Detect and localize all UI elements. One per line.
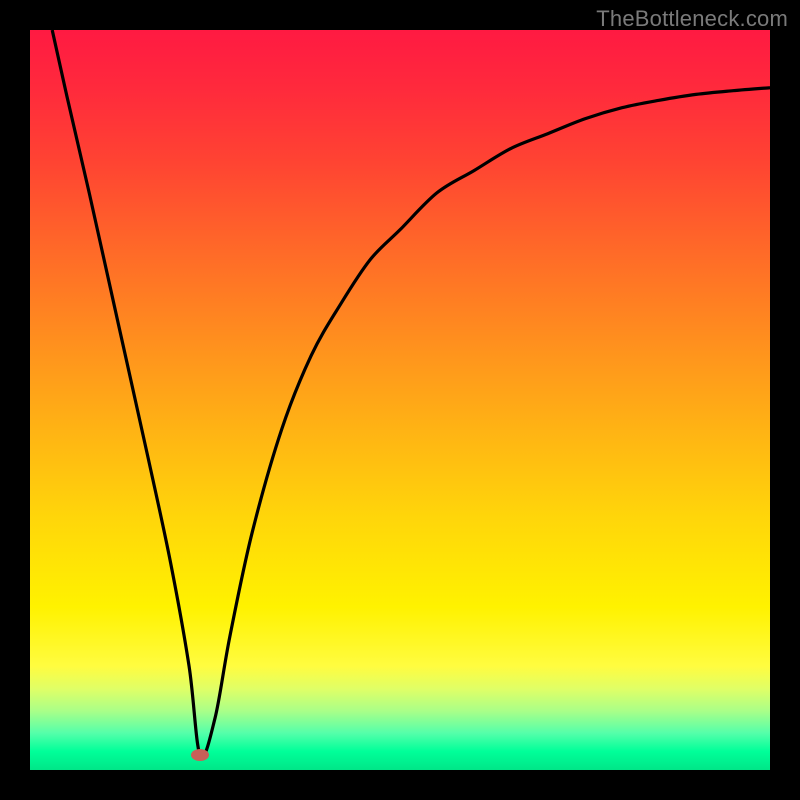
bottleneck-curve <box>30 30 770 770</box>
optimal-point-marker <box>191 749 209 761</box>
chart-frame: TheBottleneck.com <box>0 0 800 800</box>
watermark-text: TheBottleneck.com <box>596 6 788 32</box>
curve-path <box>52 30 770 757</box>
plot-area <box>30 30 770 770</box>
